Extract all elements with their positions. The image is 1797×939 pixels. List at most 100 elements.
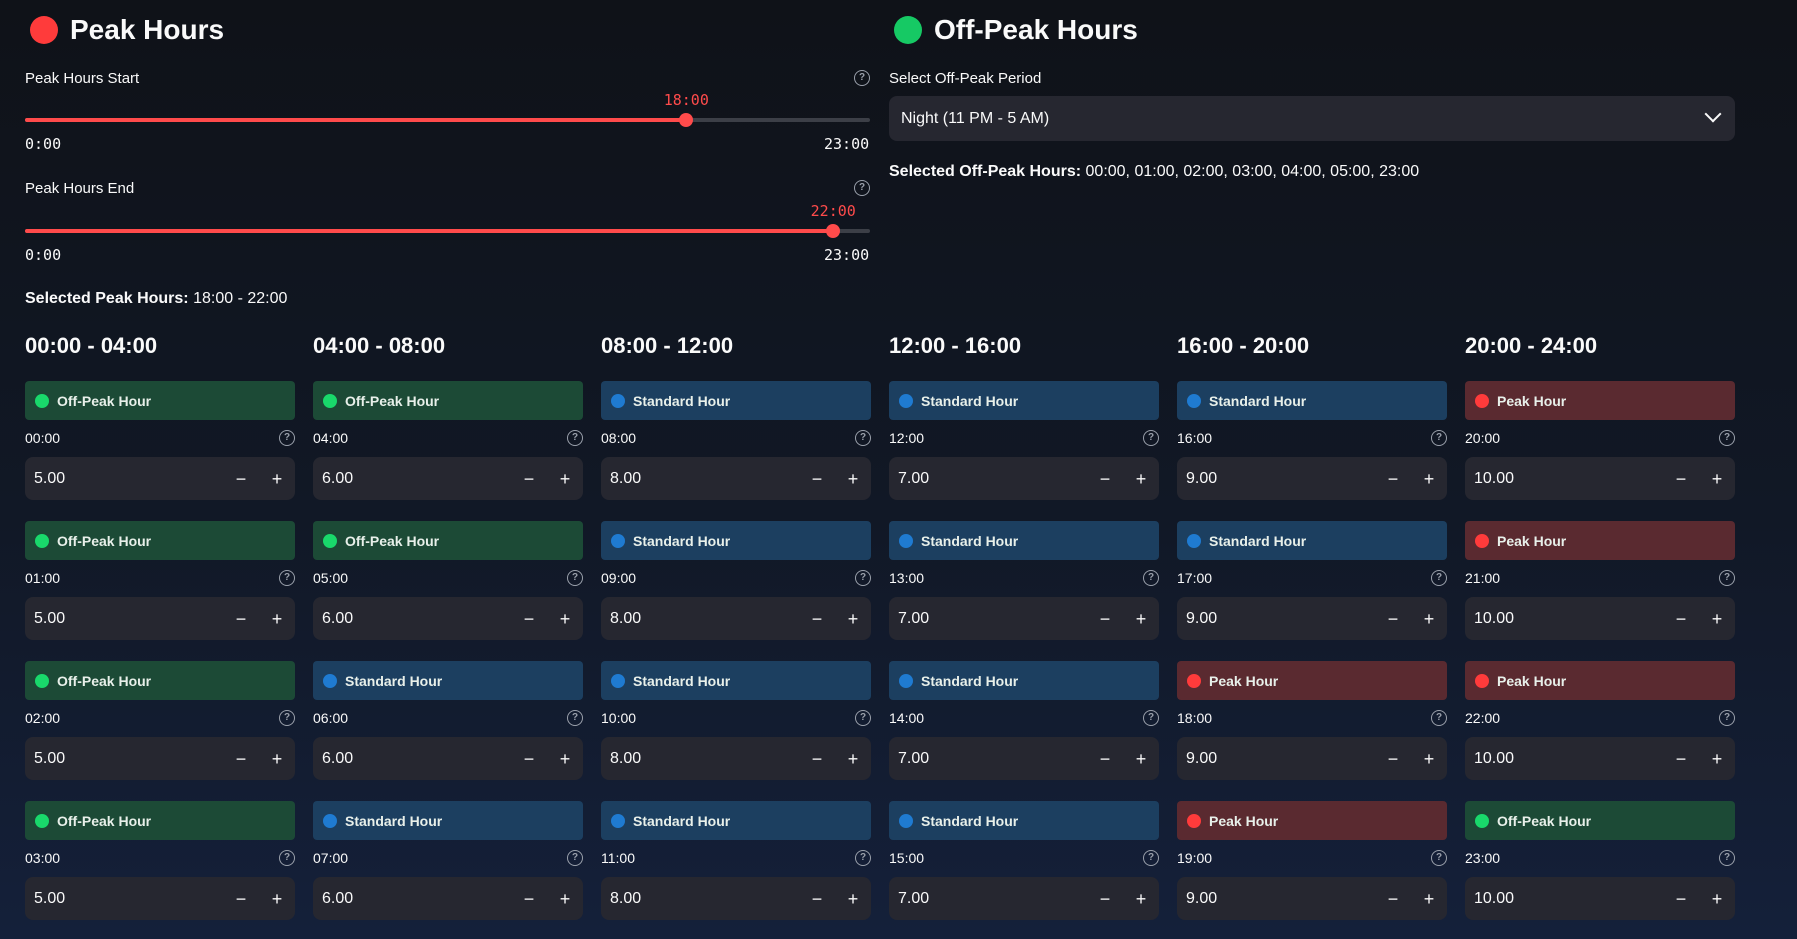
price-value[interactable]: 8.00 (601, 610, 799, 628)
increment-button[interactable]: + (1123, 890, 1159, 908)
decrement-button[interactable]: − (511, 610, 547, 628)
price-value[interactable]: 7.00 (889, 750, 1087, 768)
price-value[interactable]: 5.00 (25, 890, 223, 908)
price-number-input[interactable]: 10.00− + (1465, 457, 1735, 500)
decrement-button[interactable]: − (223, 470, 259, 488)
increment-button[interactable]: + (835, 750, 871, 768)
price-number-input[interactable]: 9.00− + (1177, 597, 1447, 640)
price-value[interactable]: 6.00 (313, 890, 511, 908)
help-icon[interactable]: ? (567, 430, 583, 446)
price-number-input[interactable]: 5.00− + (25, 597, 295, 640)
price-number-input[interactable]: 6.00− + (313, 457, 583, 500)
increment-button[interactable]: + (1699, 470, 1735, 488)
increment-button[interactable]: + (259, 890, 295, 908)
decrement-button[interactable]: − (511, 750, 547, 768)
price-number-input[interactable]: 10.00− + (1465, 737, 1735, 780)
increment-button[interactable]: + (1123, 470, 1159, 488)
price-number-input[interactable]: 6.00− + (313, 597, 583, 640)
help-icon[interactable]: ? (1431, 430, 1447, 446)
increment-button[interactable]: + (1411, 470, 1447, 488)
price-number-input[interactable]: 9.00− + (1177, 457, 1447, 500)
help-icon[interactable]: ? (855, 570, 871, 586)
price-value[interactable]: 9.00 (1177, 470, 1375, 488)
help-icon[interactable]: ? (1143, 570, 1159, 586)
price-value[interactable]: 6.00 (313, 750, 511, 768)
price-number-input[interactable]: 6.00− + (313, 877, 583, 920)
increment-button[interactable]: + (1411, 610, 1447, 628)
help-icon[interactable]: ? (279, 850, 295, 866)
price-value[interactable]: 10.00 (1465, 610, 1663, 628)
price-number-input[interactable]: 9.00− + (1177, 877, 1447, 920)
price-value[interactable]: 10.00 (1465, 890, 1663, 908)
increment-button[interactable]: + (547, 890, 583, 908)
help-icon[interactable]: ? (279, 710, 295, 726)
price-value[interactable]: 8.00 (601, 470, 799, 488)
price-number-input[interactable]: 5.00− + (25, 737, 295, 780)
help-icon[interactable]: ? (1143, 850, 1159, 866)
decrement-button[interactable]: − (799, 610, 835, 628)
decrement-button[interactable]: − (799, 890, 835, 908)
increment-button[interactable]: + (547, 470, 583, 488)
price-number-input[interactable]: 7.00− + (889, 877, 1159, 920)
help-icon[interactable]: ? (1719, 570, 1735, 586)
help-icon[interactable]: ? (1719, 850, 1735, 866)
price-number-input[interactable]: 7.00− + (889, 457, 1159, 500)
decrement-button[interactable]: − (223, 610, 259, 628)
decrement-button[interactable]: − (1663, 890, 1699, 908)
increment-button[interactable]: + (1699, 750, 1735, 768)
decrement-button[interactable]: − (1375, 610, 1411, 628)
help-icon[interactable]: ? (855, 710, 871, 726)
increment-button[interactable]: + (547, 610, 583, 628)
help-icon[interactable]: ? (1431, 850, 1447, 866)
decrement-button[interactable]: − (1375, 470, 1411, 488)
price-value[interactable]: 8.00 (601, 890, 799, 908)
decrement-button[interactable]: − (1087, 750, 1123, 768)
price-value[interactable]: 7.00 (889, 610, 1087, 628)
increment-button[interactable]: + (1411, 750, 1447, 768)
price-value[interactable]: 9.00 (1177, 890, 1375, 908)
help-icon[interactable]: ? (567, 570, 583, 586)
increment-button[interactable]: + (259, 470, 295, 488)
increment-button[interactable]: + (259, 750, 295, 768)
price-number-input[interactable]: 9.00− + (1177, 737, 1447, 780)
decrement-button[interactable]: − (1087, 890, 1123, 908)
help-icon[interactable]: ? (279, 570, 295, 586)
help-icon[interactable]: ? (855, 850, 871, 866)
decrement-button[interactable]: − (1663, 470, 1699, 488)
decrement-button[interactable]: − (1663, 610, 1699, 628)
increment-button[interactable]: + (259, 610, 295, 628)
price-value[interactable]: 5.00 (25, 470, 223, 488)
price-value[interactable]: 6.00 (313, 610, 511, 628)
decrement-button[interactable]: − (1375, 750, 1411, 768)
decrement-button[interactable]: − (1375, 890, 1411, 908)
increment-button[interactable]: + (835, 890, 871, 908)
price-number-input[interactable]: 5.00− + (25, 877, 295, 920)
increment-button[interactable]: + (1699, 610, 1735, 628)
increment-button[interactable]: + (835, 610, 871, 628)
price-value[interactable]: 9.00 (1177, 750, 1375, 768)
price-value[interactable]: 7.00 (889, 890, 1087, 908)
peak-start-slider[interactable] (25, 113, 870, 127)
help-icon[interactable]: ? (1719, 710, 1735, 726)
help-icon[interactable]: ? (1431, 710, 1447, 726)
price-value[interactable]: 5.00 (25, 750, 223, 768)
decrement-button[interactable]: − (799, 470, 835, 488)
price-number-input[interactable]: 10.00− + (1465, 877, 1735, 920)
help-icon[interactable]: ? (567, 710, 583, 726)
decrement-button[interactable]: − (511, 890, 547, 908)
price-number-input[interactable]: 7.00− + (889, 597, 1159, 640)
increment-button[interactable]: + (1123, 610, 1159, 628)
offpeak-period-select[interactable]: Night (11 PM - 5 AM) (889, 96, 1735, 141)
increment-button[interactable]: + (1699, 890, 1735, 908)
decrement-button[interactable]: − (799, 750, 835, 768)
increment-button[interactable]: + (547, 750, 583, 768)
help-icon[interactable]: ? (279, 430, 295, 446)
peak-end-slider[interactable] (25, 224, 870, 238)
help-icon[interactable]: ? (854, 180, 870, 196)
price-number-input[interactable]: 7.00− + (889, 737, 1159, 780)
slider-thumb[interactable] (679, 113, 694, 127)
decrement-button[interactable]: − (1087, 470, 1123, 488)
price-number-input[interactable]: 8.00− + (601, 877, 871, 920)
price-value[interactable]: 7.00 (889, 470, 1087, 488)
help-icon[interactable]: ? (1431, 570, 1447, 586)
